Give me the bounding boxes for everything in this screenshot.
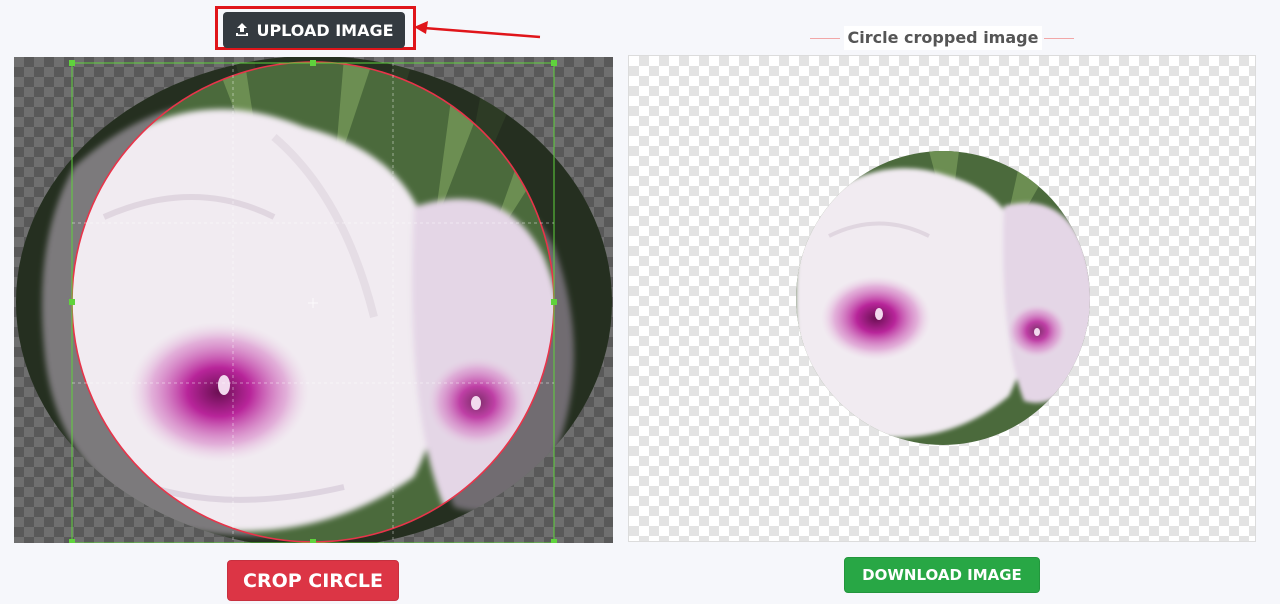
result-title: Circle cropped image (844, 26, 1042, 50)
crop-handle-bottom-right[interactable] (551, 539, 557, 543)
upload-image-button[interactable]: UPLOAD IMAGE (223, 12, 405, 48)
crop-handle-bottom[interactable] (310, 539, 316, 543)
crop-handle-top-left[interactable] (69, 60, 75, 66)
header-divider-right (1044, 38, 1074, 39)
annotation-arrow (414, 21, 541, 39)
result-preview-panel (628, 55, 1256, 542)
crop-handle-bottom-left[interactable] (69, 539, 75, 543)
crop-handle-right[interactable] (551, 299, 557, 305)
download-image-button[interactable]: DOWNLOAD IMAGE (844, 557, 1040, 593)
upload-image-label: UPLOAD IMAGE (256, 20, 394, 40)
crop-editor-canvas[interactable] (14, 57, 613, 543)
crop-handle-top[interactable] (310, 60, 316, 66)
crop-handle-left[interactable] (69, 299, 75, 305)
upload-icon (234, 22, 250, 38)
result-header: Circle cropped image (810, 24, 1074, 52)
crop-handle-top-right[interactable] (551, 60, 557, 66)
header-divider-left (810, 38, 840, 39)
cropped-result-image (796, 151, 1090, 445)
crop-circle-button[interactable]: CROP CIRCLE (227, 560, 399, 601)
